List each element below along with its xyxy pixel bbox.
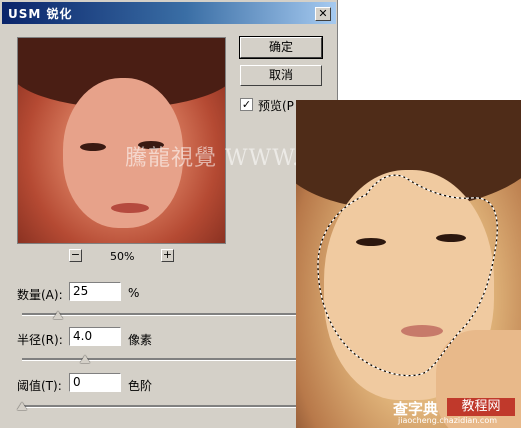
ok-button[interactable]: 确定: [239, 36, 323, 59]
radius-label: 半径(R):: [17, 333, 63, 347]
preview-eye-left: [80, 143, 106, 151]
threshold-field[interactable]: 0: [69, 373, 121, 392]
close-button[interactable]: ✕: [315, 7, 331, 21]
preview-checkbox[interactable]: ✓: [240, 98, 253, 111]
document-photo: [296, 100, 521, 428]
amount-slider-thumb[interactable]: [52, 311, 63, 319]
preview-lips: [111, 203, 149, 213]
zoom-in-button[interactable]: +: [161, 249, 174, 262]
zoom-out-button[interactable]: −: [69, 249, 82, 262]
threshold-label: 阈值(T):: [17, 379, 62, 393]
zoom-level: 50%: [110, 250, 135, 263]
radius-unit: 像素: [128, 333, 153, 347]
threshold-slider-track[interactable]: [22, 405, 298, 408]
threshold-unit: 色阶: [128, 379, 153, 393]
radius-slider-track[interactable]: [22, 358, 298, 361]
amount-field[interactable]: 25: [69, 282, 121, 301]
amount-label: 数量(A):: [17, 288, 63, 302]
amount-unit: %: [128, 286, 140, 300]
threshold-slider-thumb[interactable]: [17, 402, 27, 410]
dialog-title: USM 锐化: [8, 7, 73, 21]
radius-slider-thumb[interactable]: [80, 355, 91, 363]
title-bar: USM 锐化 ✕: [2, 2, 336, 24]
amount-slider-track[interactable]: [22, 313, 298, 316]
usm-sharpen-dialog: USM 锐化 ✕ 确定 取消 ✓ 预览(P − 50% + 数量(A): 25 …: [0, 0, 338, 428]
face-selection-marquee: [317, 174, 498, 377]
preview-checkbox-label[interactable]: 预览(P: [258, 97, 294, 114]
radius-field[interactable]: 4.0: [69, 327, 121, 346]
site-watermark-url: jiaocheng.chazidian.com: [398, 416, 498, 425]
cancel-button[interactable]: 取消: [240, 65, 322, 86]
site-watermark-badge: 教程网: [447, 398, 515, 416]
